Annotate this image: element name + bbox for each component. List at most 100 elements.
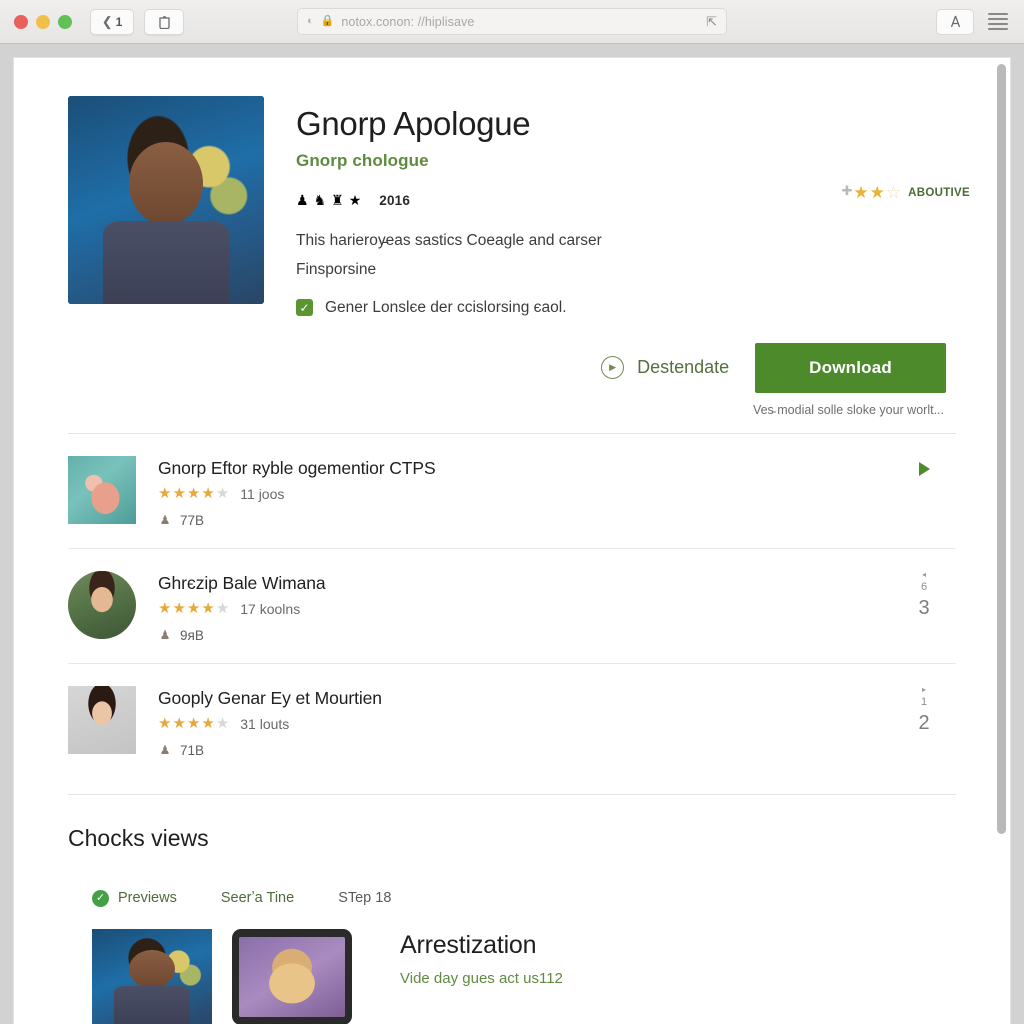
tab-overview-button[interactable] [144,8,184,35]
tab-previews[interactable]: ✓ Previews [92,889,177,907]
tab-step-18[interactable]: STep 18 [338,890,391,906]
tab-overview-icon [158,16,170,29]
browser-window: ❮ 1 ◐ 🔒 notox.conon: //hiplisave ⇱ Gnorp… [0,0,1024,1024]
caret-left-icon: ◂ [921,569,926,579]
related-list: Gnorp Eftor ʀyble ogementior CTPS ★ ★ ★ … [54,434,970,778]
star-small-icon: ✚ [841,183,853,198]
chevron-left-icon: ❮ [101,14,113,29]
list-item-size-row: ♟ 77B [158,513,956,528]
tab-label: Seerʼa Tine [220,890,295,907]
reader-icon [950,15,960,28]
list-item-count: 17 koolns [240,600,301,617]
person-icon: ♟ [159,628,171,643]
list-item[interactable]: Gooply Genar Eу et Mourtien ★ ★ ★ ★ ★ 31… [68,662,956,778]
list-item-badge-large: 2 [918,712,930,735]
action-bar: ▶ Destendate Download [54,342,970,393]
star-filled-icon: ★ [172,715,186,733]
toolbar-right-group [936,8,1010,35]
destendate-button[interactable]: ▶ Destendate [597,350,733,385]
star-filled-icon: ★ [158,600,172,618]
star-filled-icon: ★ [186,715,201,733]
browser-toolbar: ❮ 1 ◐ 🔒 notox.conon: //hiplisave ⇱ [0,0,1024,44]
page-viewport: Gnorp Apologue Gnorp chologue ♟ ♞ ♜ ★ 20… [0,44,1024,1024]
list-item-rating-row: ★ ★ ★ ★ ★ 17 koolns [158,601,956,617]
back-button[interactable]: ❮ 1 [90,8,134,35]
app-hero-info: Gnorp Apologue Gnorp chologue ♟ ♞ ♜ ★ 20… [296,96,970,317]
close-window-button[interactable] [14,14,28,29]
star-filled-icon: ★ [186,600,201,618]
description-line-2: Finsporsine [296,261,377,279]
list-item-thumbnail [68,685,136,754]
list-item[interactable]: Ghrєzip Bale Wimana ★ ★ ★ ★ ★ 17 koolns [68,547,956,663]
person-icon: ♟ [159,513,171,528]
list-item-rating-row: ★ ★ ★ ★ ★ 11 joos [158,486,956,502]
list-item-body: Ghrєzip Bale Wimana ★ ★ ★ ★ ★ 17 koolns [158,571,956,643]
rating-badge: ✚ ★ ★ ☆ ABOUTIVE [842,184,970,201]
list-item[interactable]: Gnorp Eftor ʀyble ogementior CTPS ★ ★ ★ … [68,434,956,548]
feature-row: ✓ Gener Lonslєe der ccislorsing єaol. [296,299,970,317]
list-item-body: Gnorp Eftor ʀyble ogementior CTPS ★ ★ ★ … [158,456,956,528]
preview-photo-2 [239,936,345,1017]
star-empty-icon: ★ [215,715,230,733]
list-item-size: 9яB [180,627,204,643]
vertical-scrollbar[interactable] [997,64,1006,834]
star-empty-icon: ★ [215,600,230,618]
star-filled-icon: ★ [869,183,885,202]
minimize-window-button[interactable] [36,14,50,29]
rating-stars: ★ ★ ★ ★ ★ [158,486,229,501]
action-note: Ves̵ modial solle sloke your worlt... [752,402,944,417]
meta-glyph-3: ♜ [331,192,344,209]
list-item-action[interactable] [904,456,944,476]
list-item-size-row: ♟ 9яB [158,628,956,643]
star-filled-icon: ★ [201,485,215,503]
list-item-thumbnail [68,455,136,524]
maximize-window-button[interactable] [58,14,72,29]
shield-icon: ◐ [307,15,314,27]
rating-stars: ★ ★ ★ ★ ★ [158,601,229,616]
tab-seera-tine[interactable]: Seerʼa Tine [221,890,294,906]
list-item-action[interactable]: ▸ 1 2 [904,685,944,737]
star-empty-icon: ☆ [885,183,902,202]
app-icon-image [68,96,264,304]
list-item-thumbnail [68,570,136,639]
reviews-section: Chocks views ✓ Previews Seerʼa Tine STep… [54,795,970,1024]
list-item-title: Gooply Genar Eу et Mourtien [158,687,382,708]
tab-label: STep 18 [338,890,392,907]
preview-title: Arrestization [400,930,537,959]
content-column: Gnorp Apologue Gnorp chologue ♟ ♞ ♜ ★ 20… [14,58,1010,1024]
feature-label: Gener Lonslєe der ccislorsing єaol. [325,298,567,316]
section-tabs: ✓ Previews Seerʼa Tine STep 18 [68,889,956,907]
list-item-size: 71B [180,742,205,758]
list-item-photo [68,685,136,754]
meta-glyph-group: ♟ ♞ ♜ ★ [296,193,361,207]
list-item-count: 31 louts [240,715,290,732]
preview-thumbnail-1[interactable] [92,928,212,1024]
meta-glyph-2: ♞ [313,192,327,209]
list-item-action[interactable]: ◂ 6 3 [904,569,944,622]
person-icon: ♟ [159,743,171,758]
share-icon[interactable]: ⇱ [706,14,717,30]
star-filled-icon: ★ [853,183,869,202]
star-filled-icon: ★ [158,715,172,733]
list-item-title: Ghrєzip Bale Wimana [158,572,326,593]
preview-photo-1 [92,928,212,1024]
destendate-label: Destendate [637,357,730,378]
star-filled-icon: ★ [172,600,186,618]
rating-stars: ★ ★ ★ ★ ★ [158,716,229,731]
list-item-badge-small: 6 [920,580,928,593]
star-filled-icon: ★ [172,485,186,503]
download-button[interactable]: Download [755,342,946,393]
reader-view-button[interactable] [936,8,974,35]
address-bar[interactable]: ◐ 🔒 notox.conon: //hiplisave ⇱ [297,8,727,35]
list-item-badge-large: 3 [918,597,930,620]
play-triangle-icon[interactable] [918,461,930,476]
hamburger-menu-icon[interactable] [986,11,1010,32]
clock-arrow-icon: ▶ [601,356,625,380]
back-count-label: 1 [115,14,123,29]
meta-glyph-4: ★ [348,192,362,209]
list-item-photo [68,570,136,639]
status-badge: ABOUTIVE [908,186,970,199]
star-filled-icon: ★ [186,485,201,503]
preview-thumbnail-2[interactable] [232,928,352,1024]
check-circle-icon: ✓ [92,889,109,907]
